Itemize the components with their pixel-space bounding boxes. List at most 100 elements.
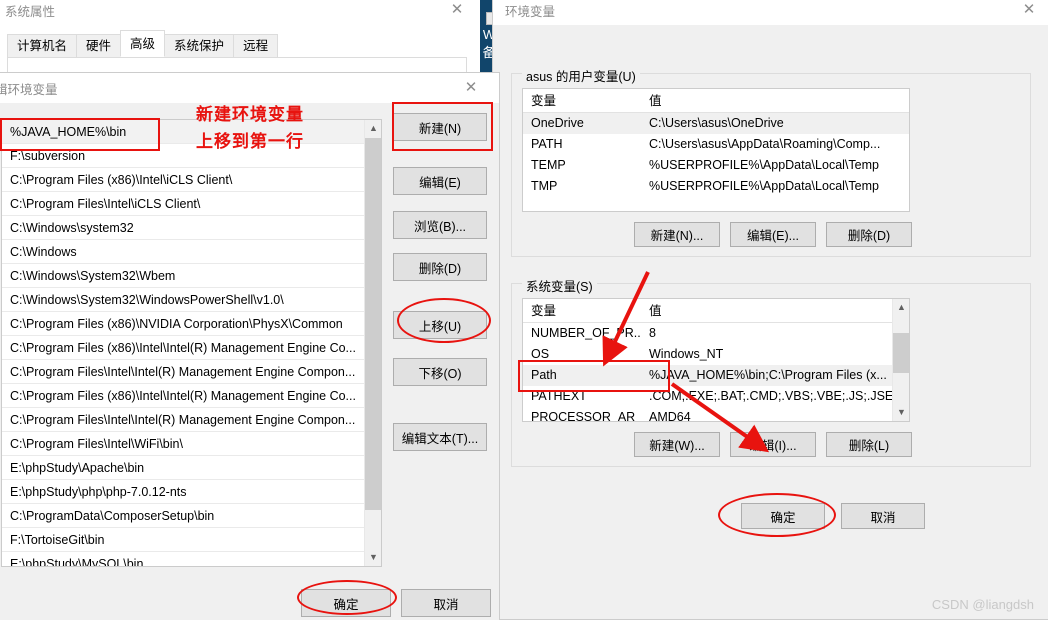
system-variables-scrollbar[interactable]: ▲ ▼ bbox=[892, 299, 909, 421]
variable-value: Windows_NT bbox=[649, 347, 724, 361]
table-row[interactable]: PATHEXT .COM;.EXE;.BAT;.CMD;.VBS;.VBE;.J… bbox=[523, 386, 909, 407]
scroll-down-icon[interactable]: ▼ bbox=[893, 404, 909, 421]
path-delete-button[interactable]: 删除(D) bbox=[393, 253, 487, 281]
column-header-variable: 变量 bbox=[531, 94, 557, 108]
variable-value: 8 bbox=[649, 326, 656, 340]
variable-value: .COM;.EXE;.BAT;.CMD;.VBS;.VBE;.JS;.JSE;.… bbox=[649, 389, 908, 403]
table-row[interactable]: TEMP %USERPROFILE%\AppData\Local\Temp bbox=[523, 155, 909, 176]
system-variables-header-row: 变量 值 bbox=[523, 299, 909, 323]
system-delete-button[interactable]: 删除(L) bbox=[826, 432, 912, 457]
system-variables-group: 系统变量(S) 变量 值 NUMBER_OF_PR... 8 OS Window… bbox=[511, 276, 1031, 467]
list-item[interactable]: C:\Windows\System32\Wbem bbox=[2, 264, 381, 288]
list-item[interactable]: C:\Windows bbox=[2, 240, 381, 264]
system-edit-button[interactable]: 编辑(I)... bbox=[730, 432, 816, 457]
list-item[interactable]: C:\Windows\system32 bbox=[2, 216, 381, 240]
close-icon[interactable]: ✕ bbox=[435, 0, 479, 25]
path-entries-list[interactable]: %JAVA_HOME%\bin F:\subversion C:\Program… bbox=[1, 119, 382, 567]
list-item[interactable]: C:\Program Files (x86)\Intel\Intel(R) Ma… bbox=[2, 336, 381, 360]
variable-name: OS bbox=[531, 347, 550, 361]
user-new-button[interactable]: 新建(N)... bbox=[634, 222, 720, 247]
list-item[interactable]: E:\phpStudy\Apache\bin bbox=[2, 456, 381, 480]
scrollbar-thumb[interactable] bbox=[365, 138, 381, 510]
table-row[interactable]: OneDrive C:\Users\asus\OneDrive bbox=[523, 113, 909, 134]
env-cancel-button[interactable]: 取消 bbox=[841, 503, 925, 529]
user-edit-button[interactable]: 编辑(E)... bbox=[730, 222, 816, 247]
table-row[interactable]: PATH C:\Users\asus\AppData\Roaming\Comp.… bbox=[523, 134, 909, 155]
path-new-button[interactable]: 新建(N) bbox=[393, 113, 487, 141]
scroll-down-icon[interactable]: ▼ bbox=[365, 549, 381, 566]
variable-value: %USERPROFILE%\AppData\Local\Temp bbox=[649, 158, 879, 172]
list-item[interactable]: %JAVA_HOME%\bin bbox=[2, 120, 381, 144]
env-ok-button[interactable]: 确定 bbox=[741, 503, 825, 529]
environment-variables-title: 环境变量 bbox=[505, 5, 556, 19]
column-header-value: 值 bbox=[649, 304, 662, 318]
list-item[interactable]: C:\Program Files\Intel\iCLS Client\ bbox=[2, 192, 381, 216]
system-properties-title: 系统属性 bbox=[5, 5, 56, 19]
list-item[interactable]: C:\Program Files\Intel\WiFi\bin\ bbox=[2, 432, 381, 456]
list-item[interactable]: F:\TortoiseGit\bin bbox=[2, 528, 381, 552]
list-item[interactable]: F:\subversion bbox=[2, 144, 381, 168]
column-header-variable: 变量 bbox=[531, 304, 557, 318]
table-row[interactable]: NUMBER_OF_PR... 8 bbox=[523, 323, 909, 344]
variable-name: TEMP bbox=[531, 158, 566, 172]
variable-value: C:\Users\asus\OneDrive bbox=[649, 116, 784, 130]
table-row-path[interactable]: Path %JAVA_HOME%\bin;C:\Program Files (x… bbox=[523, 365, 909, 386]
environment-variables-dialog: 环境变量 ✕ asus 的用户变量(U) 变量 值 OneDrive C:\Us… bbox=[492, 0, 1048, 620]
tab-computer-name[interactable]: 计算机名 bbox=[7, 34, 78, 57]
scroll-up-icon[interactable]: ▲ bbox=[893, 299, 909, 316]
list-item[interactable]: C:\Program Files (x86)\Intel\Intel(R) Ma… bbox=[2, 384, 381, 408]
scrollbar-thumb[interactable] bbox=[893, 333, 909, 373]
screenshot-root: W 备 系统属性 ✕ 计算机名 硬件 高级 系统保护 远程 环境变量 ✕ asu… bbox=[0, 0, 1048, 620]
tab-system-protection[interactable]: 系统保护 bbox=[164, 34, 235, 57]
edit-env-title: 辑环境变量 bbox=[0, 83, 58, 97]
column-header-value: 值 bbox=[649, 94, 662, 108]
list-item[interactable]: C:\Windows\System32\WindowsPowerShell\v1… bbox=[2, 288, 381, 312]
watermark: CSDN @liangdsh bbox=[931, 597, 1034, 612]
variable-name: PATHEXT bbox=[531, 389, 587, 403]
user-variables-header-row: 变量 值 bbox=[523, 89, 909, 113]
tab-advanced[interactable]: 高级 bbox=[120, 30, 166, 57]
variable-name: PROCESSOR_AR bbox=[531, 410, 636, 422]
close-icon[interactable]: ✕ bbox=[449, 73, 493, 103]
user-delete-button[interactable]: 删除(D) bbox=[826, 222, 912, 247]
variable-value: C:\Users\asus\AppData\Roaming\Comp... bbox=[649, 137, 881, 151]
list-item[interactable]: C:\Program Files (x86)\NVIDIA Corporatio… bbox=[2, 312, 381, 336]
table-row[interactable]: TMP %USERPROFILE%\AppData\Local\Temp bbox=[523, 176, 909, 197]
tab-remote[interactable]: 远程 bbox=[233, 34, 279, 57]
variable-name: TMP bbox=[531, 179, 558, 193]
environment-variables-titlebar bbox=[493, 0, 1048, 25]
list-item[interactable]: C:\Program Files\Intel\Intel(R) Manageme… bbox=[2, 408, 381, 432]
list-item[interactable]: C:\Program Files\Intel\Intel(R) Manageme… bbox=[2, 360, 381, 384]
path-edit-button[interactable]: 编辑(E) bbox=[393, 167, 487, 195]
system-variables-group-label: 系统变量(S) bbox=[522, 276, 597, 295]
user-variables-group: asus 的用户变量(U) 变量 值 OneDrive C:\Users\asu… bbox=[511, 66, 1031, 257]
variable-name: NUMBER_OF_PR... bbox=[531, 326, 641, 340]
path-browse-button[interactable]: 浏览(B)... bbox=[393, 211, 487, 239]
path-list-scrollbar[interactable]: ▲ ▼ bbox=[364, 120, 381, 566]
edit-environment-variable-dialog: 辑环境变量 ✕ %JAVA_HOME%\bin F:\subversion C:… bbox=[0, 72, 500, 620]
edit-env-ok-button[interactable]: 确定 bbox=[301, 589, 391, 617]
list-item[interactable]: E:\phpStudy\php\php-7.0.12-nts bbox=[2, 480, 381, 504]
user-variables-group-label: asus 的用户变量(U) bbox=[522, 66, 640, 85]
table-row[interactable]: PROCESSOR_AR AMD64 bbox=[523, 407, 909, 422]
variable-name: Path bbox=[531, 368, 557, 382]
system-properties-tabs: 计算机名 硬件 高级 系统保护 远程 bbox=[7, 30, 279, 57]
path-move-up-button[interactable]: 上移(U) bbox=[393, 311, 487, 339]
scroll-up-icon[interactable]: ▲ bbox=[365, 120, 381, 137]
tab-hardware[interactable]: 硬件 bbox=[76, 34, 122, 57]
user-variables-grid[interactable]: 变量 值 OneDrive C:\Users\asus\OneDrive PAT… bbox=[522, 88, 910, 212]
table-row[interactable]: OS Windows_NT bbox=[523, 344, 909, 365]
path-move-down-button[interactable]: 下移(O) bbox=[393, 358, 487, 386]
variable-name: PATH bbox=[531, 137, 563, 151]
edit-env-titlebar bbox=[0, 73, 499, 103]
close-icon[interactable]: ✕ bbox=[1007, 0, 1048, 25]
list-item[interactable]: C:\ProgramData\ComposerSetup\bin bbox=[2, 504, 381, 528]
list-item[interactable]: E:\phpStudy\MySQL\bin bbox=[2, 552, 381, 566]
edit-env-cancel-button[interactable]: 取消 bbox=[401, 589, 491, 617]
path-edit-text-button[interactable]: 编辑文本(T)... bbox=[393, 423, 487, 451]
system-new-button[interactable]: 新建(W)... bbox=[634, 432, 720, 457]
variable-name: OneDrive bbox=[531, 116, 584, 130]
variable-value: %JAVA_HOME%\bin;C:\Program Files (x... bbox=[649, 368, 887, 382]
system-variables-grid[interactable]: 变量 值 NUMBER_OF_PR... 8 OS Windows_NT Pat… bbox=[522, 298, 910, 422]
list-item[interactable]: C:\Program Files (x86)\Intel\iCLS Client… bbox=[2, 168, 381, 192]
